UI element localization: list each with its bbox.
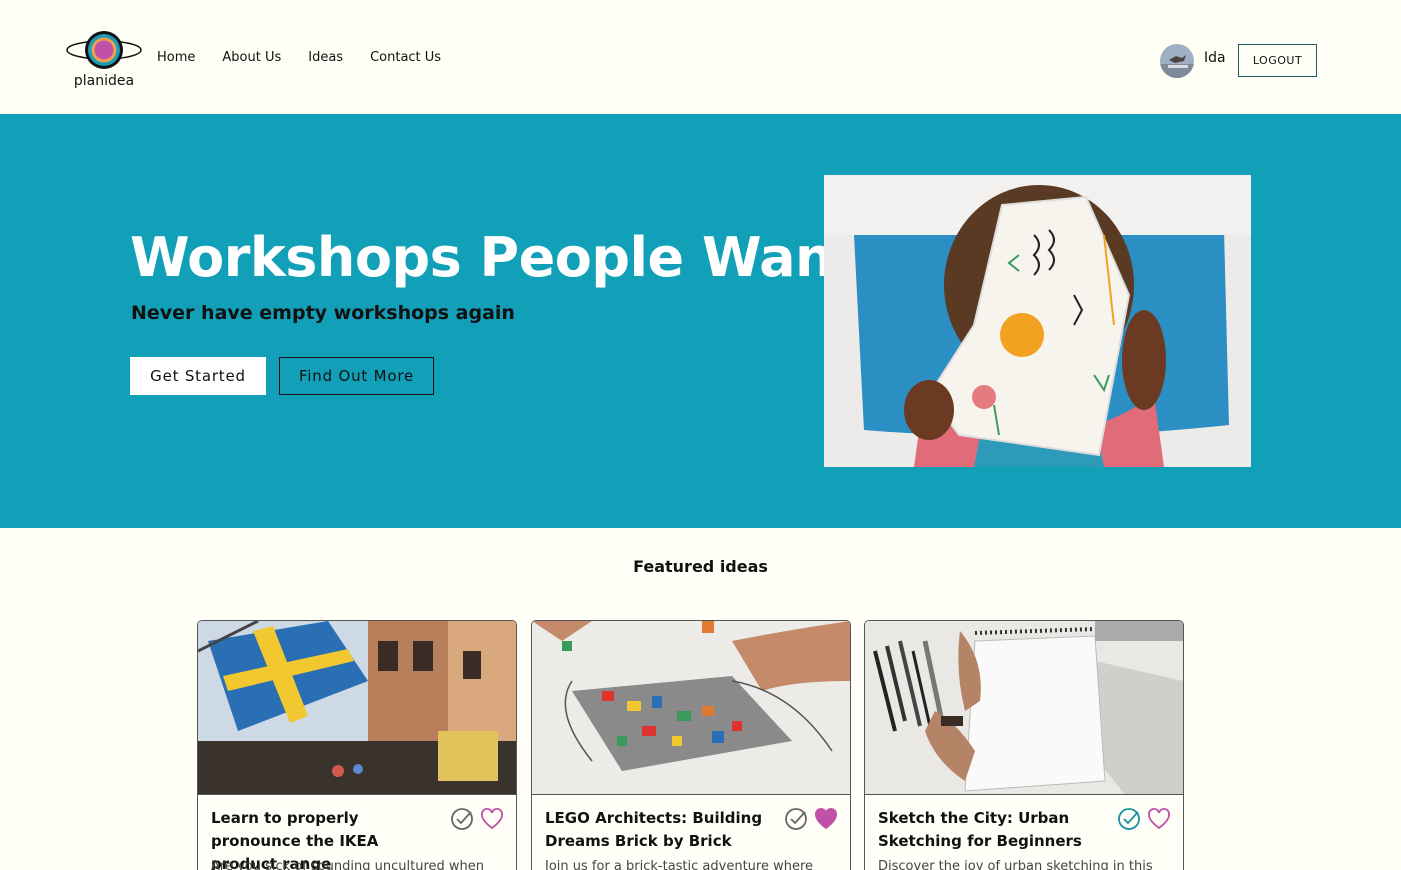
idea-card-lego[interactable]: LEGO Architects: Building Dreams Brick b… — [531, 620, 851, 870]
heart-icon[interactable] — [1147, 807, 1171, 831]
heart-icon[interactable] — [480, 807, 504, 831]
card-divider — [532, 794, 850, 795]
check-circle-icon[interactable] — [784, 807, 808, 831]
card-image-sketch — [865, 621, 1183, 795]
user-name: Ida — [1204, 50, 1226, 66]
check-circle-icon[interactable] — [1117, 807, 1141, 831]
card-divider — [865, 794, 1183, 795]
nav-ideas[interactable]: Ideas — [308, 50, 343, 65]
get-started-button[interactable]: Get Started — [130, 357, 266, 395]
logo-planet-icon — [66, 31, 142, 69]
logo[interactable]: planidea — [64, 30, 144, 94]
hero-subtitle: Never have empty workshops again — [131, 302, 515, 324]
card-image-ikea — [198, 621, 516, 795]
hero-image — [824, 175, 1251, 467]
card-title: LEGO Architects: Building Dreams Brick b… — [545, 809, 763, 850]
idea-card-ikea[interactable]: Learn to properly pronounce the IKEA pro… — [197, 620, 517, 870]
card-divider — [198, 794, 516, 795]
check-circle-icon[interactable] — [450, 807, 474, 831]
hero-section: Workshops People Want Never have empty w… — [0, 114, 1401, 528]
nav-home[interactable]: Home — [157, 50, 195, 65]
logo-text: planidea — [73, 73, 135, 89]
main-nav: Home About Us Ideas Contact Us — [157, 50, 441, 65]
idea-card-sketch[interactable]: Sketch the City: Urban Sketching for Beg… — [864, 620, 1184, 870]
card-description: Are you sick of sounding uncultured when — [211, 859, 485, 870]
avatar[interactable] — [1160, 44, 1194, 78]
nav-about-us[interactable]: About Us — [222, 50, 281, 65]
find-out-more-button[interactable]: Find Out More — [279, 357, 434, 395]
logout-button[interactable]: LOGOUT — [1238, 44, 1317, 77]
card-description: Join us for a brick-tastic adventure whe… — [545, 859, 814, 870]
card-image-lego — [532, 621, 850, 795]
card-description: Discover the joy of urban sketching in t… — [878, 859, 1153, 870]
heart-icon[interactable] — [814, 807, 838, 831]
nav-contact-us[interactable]: Contact Us — [370, 50, 441, 65]
card-title: Sketch the City: Urban Sketching for Beg… — [878, 809, 1082, 850]
hero-title: Workshops People Want — [130, 226, 859, 289]
site-header: planidea Home About Us Ideas Contact Us … — [0, 0, 1401, 114]
featured-heading: Featured ideas — [633, 557, 768, 576]
